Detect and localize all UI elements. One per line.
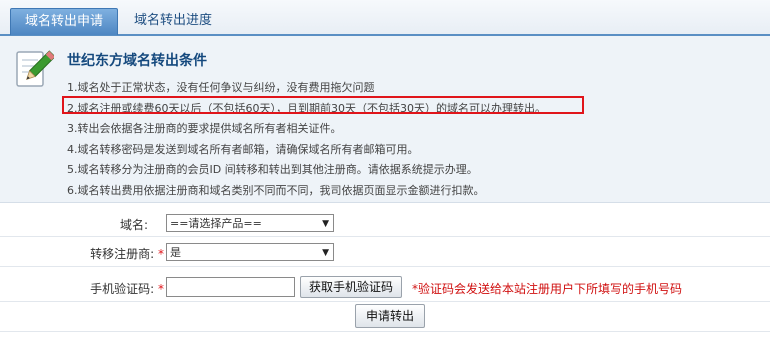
- row-divider: [0, 301, 770, 302]
- domain-label: 域名:: [119, 218, 148, 232]
- registrar-label: 转移注册商: *: [60, 245, 164, 262]
- phone-code-input[interactable]: [166, 277, 295, 297]
- submit-transfer-button[interactable]: 申请转出: [355, 304, 425, 328]
- condition-item-3: 3.转出会依据各注册商的要求提供域名所有者相关证件。: [67, 122, 342, 135]
- condition-item-4: 4.域名转移密码是发送到域名所有者邮箱，请确保域名所有者邮箱可用。: [67, 142, 419, 156]
- domain-select[interactable]: ==请选择产品== ▼: [166, 214, 334, 232]
- required-mark: *: [158, 282, 164, 296]
- phone-code-label-text: 手机验证码:: [90, 282, 155, 296]
- domain-select-value: ==请选择产品==: [170, 217, 262, 230]
- tab-transfer-progress[interactable]: 域名转出进度: [120, 8, 226, 34]
- condition-highlight-box: [62, 96, 584, 114]
- chevron-down-icon: ▼: [322, 248, 329, 258]
- registrar-select-value: 是: [170, 246, 181, 259]
- row-divider: [0, 331, 770, 332]
- condition-item-6: 6.域名转出费用依据注册商和域名类别不同而不同，我司依据页面显示金额进行扣款。: [67, 183, 485, 197]
- pencil-notepad-icon: [16, 50, 54, 87]
- conditions-panel: 世纪东方域名转出条件 1.域名处于正常状态，没有任何争议与纠纷，没有费用拖欠问题…: [0, 36, 770, 203]
- row-divider: [0, 266, 770, 267]
- required-mark: *: [158, 247, 164, 261]
- tab-bar: 域名转出申请 域名转出进度: [0, 0, 770, 36]
- registrar-label-text: 转移注册商:: [90, 247, 155, 261]
- code-hint-text: *验证码会发送给本站注册用户下所填写的手机号码: [412, 282, 683, 296]
- chevron-down-icon: ▼: [322, 219, 329, 229]
- get-code-button[interactable]: 获取手机验证码: [300, 276, 402, 298]
- conditions-title: 世纪东方域名转出条件: [67, 53, 207, 69]
- tab-transfer-apply[interactable]: 域名转出申请: [10, 8, 118, 35]
- row-divider: [0, 236, 770, 237]
- condition-item-5: 5.域名转移分为注册商的会员ID 间转移和转出到其他注册商。请依据系统提示办理。: [67, 163, 478, 176]
- phone-code-label: 手机验证码: *: [60, 280, 164, 297]
- registrar-select[interactable]: 是 ▼: [166, 243, 334, 261]
